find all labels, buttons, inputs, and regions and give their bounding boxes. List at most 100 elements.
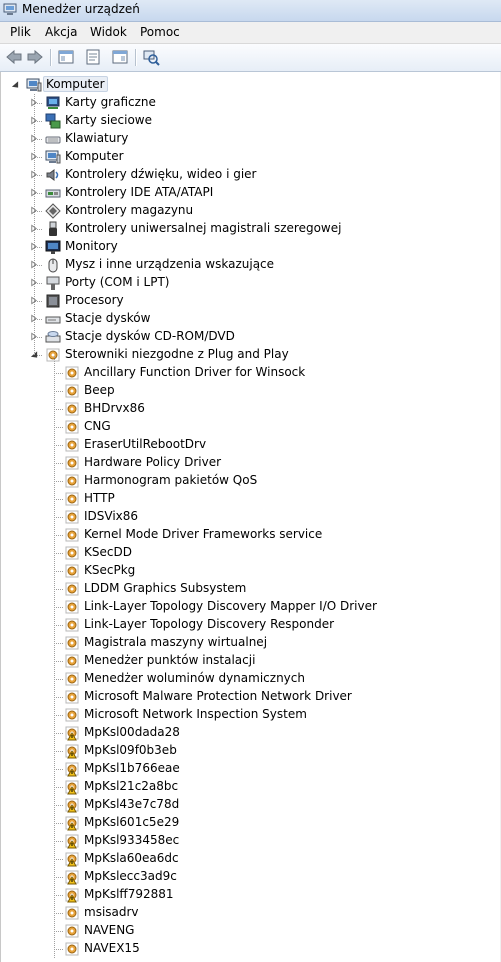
tree-driver-item[interactable]: MpKsl933458ec <box>1 832 496 850</box>
tree-connector <box>54 913 63 914</box>
computer-icon <box>45 150 61 164</box>
menu-pomoc[interactable]: Pomoc <box>138 25 182 39</box>
tree-driver-item[interactable]: Kernel Mode Driver Frameworks service <box>1 526 496 544</box>
tree-driver-item[interactable]: MpKsl1b766eae <box>1 760 496 778</box>
device-tree[interactable]: Komputer Karty graficzne Karty sieciowe Kla… <box>0 72 500 962</box>
tree-connector <box>54 499 63 500</box>
tree-category[interactable]: Kontrolery magazynu <box>1 202 496 220</box>
tree-driver-item[interactable]: CNG <box>1 418 496 436</box>
forward-icon[interactable] <box>26 48 44 66</box>
tree-driver-item[interactable]: KSecPkg <box>1 562 496 580</box>
tree-connector <box>54 535 63 536</box>
tree-connector <box>54 589 63 590</box>
tree-category[interactable]: Kontrolery uniwersalnej magistrali szere… <box>1 220 496 238</box>
scan-hardware-icon[interactable] <box>142 48 160 66</box>
tree-category[interactable]: Stacje dysków CD-ROM/DVD <box>1 328 496 346</box>
tree-driver-item[interactable]: EraserUtilRebootDrv <box>1 436 496 454</box>
tree-driver-item[interactable]: MpKsl00dada28 <box>1 724 496 742</box>
tree-category[interactable]: Mysz i inne urządzenia wskazujące <box>1 256 496 274</box>
sound-icon <box>46 169 59 181</box>
tree-driver-item[interactable]: Ancillary Function Driver for Winsock <box>1 364 496 382</box>
tree-item-label: BHDrvx86 <box>84 401 145 415</box>
tree-driver-item[interactable]: Menedżer punktów instalacji <box>1 652 496 670</box>
tree-item-label: Procesory <box>65 293 124 307</box>
tree-category[interactable]: Karty sieciowe <box>1 112 496 130</box>
tree-connector <box>54 823 63 824</box>
tree-connector <box>54 751 63 752</box>
tree-driver-item[interactable]: HTTP <box>1 490 496 508</box>
driver-icon <box>65 402 79 416</box>
help-pane-icon[interactable] <box>111 48 129 66</box>
toolbar <box>0 44 501 72</box>
tree-driver-item[interactable]: Menedżer woluminów dynamicznych <box>1 670 496 688</box>
tree-item-label: Stacje dysków CD-ROM/DVD <box>65 329 235 343</box>
driver-icon <box>65 708 79 722</box>
tree-driver-item[interactable]: MpKsl43e7c78d <box>1 796 496 814</box>
tree-category[interactable]: Karty graficzne <box>1 94 496 112</box>
tree-guide-line <box>34 94 35 355</box>
tree-item-label: MpKslff792881 <box>84 887 174 901</box>
driver-icon <box>65 600 79 614</box>
back-icon[interactable] <box>5 48 23 66</box>
driver-icon <box>65 420 79 434</box>
tree-root-komputer[interactable]: Komputer <box>1 76 121 94</box>
tree-item-label: Sterowniki niezgodne z Plug and Play <box>65 347 289 361</box>
driver-icon <box>65 582 79 596</box>
tree-driver-item[interactable]: msisadrv <box>1 904 496 922</box>
tree-category[interactable]: Klawiatury <box>1 130 496 148</box>
tree-guide-line <box>54 356 55 958</box>
driver-warning-icon <box>65 780 79 795</box>
tree-driver-item[interactable]: MpKslecc3ad9c <box>1 868 496 886</box>
tree-category[interactable]: Monitory <box>1 238 496 256</box>
tree-driver-item[interactable]: MpKsla60ea6dc <box>1 850 496 868</box>
tree-driver-item[interactable]: MpKsl09f0b3eb <box>1 742 496 760</box>
tree-connector <box>54 877 63 878</box>
tree-driver-item[interactable]: Link-Layer Topology Discovery Mapper I/O… <box>1 598 496 616</box>
tree-item-label: KSecDD <box>84 545 132 559</box>
tree-driver-item[interactable]: Microsoft Malware Protection Network Dri… <box>1 688 496 706</box>
tree-driver-item[interactable]: KSecDD <box>1 544 496 562</box>
tree-item-label: MpKsl21c2a8bc <box>84 779 179 793</box>
tree-driver-item[interactable]: BHDrvx86 <box>1 400 496 418</box>
driver-icon <box>65 906 79 920</box>
tree-item-label: MpKslecc3ad9c <box>84 869 177 883</box>
menu-akcja[interactable]: Akcja <box>43 25 79 39</box>
tree-driver-item[interactable]: MpKslff792881 <box>1 886 496 904</box>
driver-icon <box>65 924 79 938</box>
show-hide-console-tree-icon[interactable] <box>57 48 75 66</box>
tree-driver-item[interactable]: Microsoft Network Inspection System <box>1 706 496 724</box>
tree-driver-item[interactable]: IDSVix86 <box>1 508 496 526</box>
tree-category[interactable]: Porty (COM i LPT) <box>1 274 496 292</box>
tree-driver-item[interactable]: MpKsl601c5e29 <box>1 814 496 832</box>
tree-category[interactable]: Sterowniki niezgodne z Plug and Play <box>1 346 496 364</box>
mouse-icon <box>48 258 58 273</box>
tree-driver-item[interactable]: LDDM Graphics Subsystem <box>1 580 496 598</box>
tree-driver-item[interactable]: Hardware Policy Driver <box>1 454 496 472</box>
tree-category[interactable]: Komputer <box>1 148 496 166</box>
collapse-arrow-icon[interactable] <box>11 80 19 89</box>
properties-icon[interactable] <box>84 48 102 66</box>
menu-widok[interactable]: Widok <box>88 25 129 39</box>
tree-category[interactable]: Stacje dysków <box>1 310 496 328</box>
driver-warning-icon <box>65 816 79 831</box>
tree-driver-item[interactable]: NAVENG <box>1 922 496 940</box>
tree-category[interactable]: Procesory <box>1 292 496 310</box>
driver-icon <box>65 672 79 686</box>
tree-driver-item[interactable]: Harmonogram pakietów QoS <box>1 472 496 490</box>
tree-item-label: Menedżer woluminów dynamicznych <box>84 671 305 685</box>
tree-category[interactable]: Kontrolery IDE ATA/ATAPI <box>1 184 496 202</box>
tree-item-label: Harmonogram pakietów QoS <box>84 473 258 487</box>
tree-driver-item[interactable]: Beep <box>1 382 496 400</box>
tree-category[interactable]: Kontrolery dźwięku, wideo i gier <box>1 166 496 184</box>
ide-controller-icon <box>45 189 61 198</box>
computer-icon <box>26 78 42 92</box>
tree-item-label: Klawiatury <box>65 131 129 145</box>
driver-icon <box>65 636 79 650</box>
tree-item-label: Kontrolery IDE ATA/ATAPI <box>65 185 214 199</box>
menu-plik[interactable]: Plik <box>8 25 33 39</box>
tree-driver-item[interactable]: NAVEX15 <box>1 940 496 958</box>
tree-driver-item[interactable]: Link-Layer Topology Discovery Responder <box>1 616 496 634</box>
tree-driver-item[interactable]: MpKsl21c2a8bc <box>1 778 496 796</box>
tree-item-label: Link-Layer Topology Discovery Mapper I/O… <box>84 599 377 613</box>
tree-driver-item[interactable]: Magistrala maszyny wirtualnej <box>1 634 496 652</box>
